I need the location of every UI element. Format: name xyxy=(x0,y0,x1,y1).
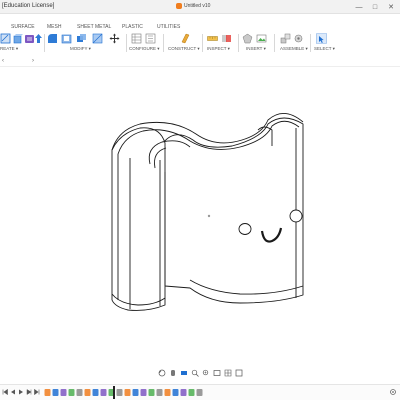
timeline-feature-icon[interactable] xyxy=(180,388,187,397)
timeline-feature-icon[interactable] xyxy=(140,388,147,397)
group-construct[interactable]: CONSTRUCT ▾ xyxy=(168,46,200,52)
group-select[interactable]: SELECT ▾ xyxy=(314,46,335,52)
timeline-feature-icon[interactable] xyxy=(196,388,203,397)
configure-rule-icon[interactable] xyxy=(145,33,156,44)
model-left-eye xyxy=(238,223,252,235)
insert-canvas-icon[interactable] xyxy=(256,33,267,44)
close-button[interactable]: ✕ xyxy=(384,2,398,12)
viewports-icon[interactable] xyxy=(234,369,243,377)
configure-table-icon[interactable] xyxy=(131,33,142,44)
timeline-feature-icon[interactable] xyxy=(132,388,139,397)
group-separator xyxy=(310,34,311,52)
insert-mesh-icon[interactable] xyxy=(242,33,253,44)
chevron-right-icon[interactable]: › xyxy=(32,58,34,64)
title-bar: [Education License] Untitled v10 — □ ✕ xyxy=(0,0,400,14)
model-drawing[interactable] xyxy=(0,67,400,367)
group-create[interactable]: REATE ▾ xyxy=(0,46,18,52)
document-tab[interactable]: Untitled v10 xyxy=(176,3,210,9)
app-title: [Education License] xyxy=(2,3,55,9)
group-separator xyxy=(274,34,275,52)
zoom-icon[interactable] xyxy=(190,369,199,377)
browser-strip: ‹ › xyxy=(0,57,400,67)
group-separator xyxy=(202,34,203,52)
timeline-settings-icon[interactable] xyxy=(389,388,397,396)
tab-mesh[interactable]: MESH xyxy=(47,24,61,30)
document-title: Untitled v10 xyxy=(184,3,211,9)
play-icon[interactable] xyxy=(18,388,24,396)
toolbar: REATE ▾ MODIFY ▾ CONFIGURE ▾ CONSTRUCT ▾… xyxy=(0,32,400,54)
offset-plane-icon[interactable] xyxy=(180,33,191,44)
fit-icon[interactable] xyxy=(201,369,210,377)
chevron-left-icon[interactable]: ‹ xyxy=(2,58,4,64)
model-left-wall[interactable] xyxy=(111,127,166,311)
minimize-button[interactable]: — xyxy=(352,2,366,12)
timeline-feature-icon[interactable] xyxy=(172,388,179,397)
timeline-feature-icon[interactable] xyxy=(188,388,195,397)
origin-marker xyxy=(207,214,211,218)
timeline-feature-icon[interactable] xyxy=(116,388,123,397)
group-modify[interactable]: MODIFY ▾ xyxy=(70,46,91,52)
timeline-feature-icon[interactable] xyxy=(76,388,83,397)
timeline-feature-icon[interactable] xyxy=(156,388,163,397)
tab-plastic[interactable]: PLASTIC xyxy=(122,24,143,30)
sketch-icon[interactable] xyxy=(0,33,11,44)
tab-sheet-metal[interactable]: SHEET METAL xyxy=(77,24,111,30)
group-separator xyxy=(44,34,45,52)
model-right-eye xyxy=(289,209,303,223)
pan-icon[interactable] xyxy=(168,369,177,377)
window-controls: — □ ✕ xyxy=(352,0,398,14)
timeline-feature-icon[interactable] xyxy=(124,388,131,397)
timeline-feature-icon[interactable] xyxy=(164,388,171,397)
group-separator xyxy=(163,34,164,52)
grid-icon[interactable] xyxy=(223,369,232,377)
group-separator xyxy=(238,34,239,52)
previous-step-icon[interactable] xyxy=(10,388,16,396)
go-to-end-icon[interactable] xyxy=(34,388,40,396)
go-to-start-icon[interactable] xyxy=(2,388,8,396)
group-inspect[interactable]: INSPECT ▾ xyxy=(207,46,230,52)
timeline-feature-icon[interactable] xyxy=(52,388,59,397)
combine-icon-2[interactable] xyxy=(92,33,103,44)
tab-surface[interactable]: SURFACE xyxy=(11,24,35,30)
select-icon[interactable] xyxy=(316,33,327,44)
joint-icon[interactable] xyxy=(280,33,291,44)
canvas-viewport[interactable] xyxy=(0,67,400,367)
maximize-button[interactable]: □ xyxy=(368,2,382,12)
timeline-feature-icon[interactable] xyxy=(148,388,155,397)
display-settings-icon[interactable] xyxy=(212,369,221,377)
look-at-icon[interactable] xyxy=(179,369,188,377)
move-icon[interactable] xyxy=(109,33,120,44)
shell-icon[interactable] xyxy=(61,33,72,44)
group-assemble[interactable]: ASSEMBLE ▾ xyxy=(280,46,308,52)
press-pull-icon[interactable] xyxy=(33,33,44,44)
timeline-feature-icon[interactable] xyxy=(60,388,67,397)
timeline-feature-icon[interactable] xyxy=(84,388,91,397)
group-configure[interactable]: CONFIGURE ▾ xyxy=(129,46,160,52)
timeline-feature-icon[interactable] xyxy=(100,388,107,397)
interference-icon[interactable] xyxy=(221,33,232,44)
navigation-bar xyxy=(150,368,250,378)
ribbon-tabs: SURFACE MESH SHEET METAL PLASTIC UTILITI… xyxy=(0,24,400,32)
fillet-icon[interactable] xyxy=(47,33,58,44)
timeline xyxy=(0,384,400,400)
orbit-icon[interactable] xyxy=(157,369,166,377)
timeline-feature-icon[interactable] xyxy=(44,388,51,397)
model-front-skin[interactable] xyxy=(162,117,304,304)
tab-utilities[interactable]: UTILITIES xyxy=(157,24,180,30)
box-icon[interactable] xyxy=(12,33,23,44)
measure-icon[interactable] xyxy=(207,33,218,44)
combine-icon[interactable] xyxy=(76,33,87,44)
as-built-joint-icon[interactable] xyxy=(293,33,304,44)
timeline-feature-icon[interactable] xyxy=(68,388,75,397)
document-icon xyxy=(176,3,182,9)
timeline-marker[interactable] xyxy=(113,386,115,399)
group-separator xyxy=(126,34,127,52)
next-step-icon[interactable] xyxy=(26,388,32,396)
group-insert[interactable]: INSERT ▾ xyxy=(246,46,266,52)
timeline-feature-icon[interactable] xyxy=(92,388,99,397)
